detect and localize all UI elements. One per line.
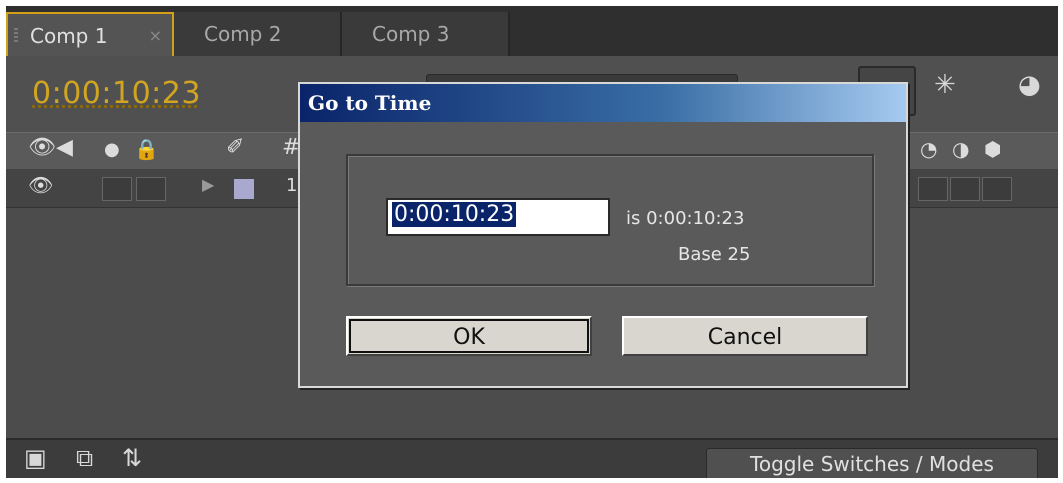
converted-time-text: is 0:00:10:23 — [626, 208, 745, 229]
transfer-controls-pane-icon[interactable]: ⧉ — [76, 444, 93, 472]
close-icon[interactable]: × — [149, 14, 162, 58]
eye-icon[interactable]: 👁 — [28, 173, 53, 197]
tab-label: Comp 2 — [204, 22, 282, 46]
adjustment-layer-icon[interactable]: ◑ — [952, 137, 969, 161]
motion-blur-icon[interactable]: ◕ — [1018, 70, 1041, 100]
layer-number: 1 — [286, 175, 298, 196]
draft-3d-icon[interactable]: ✳ — [934, 70, 956, 100]
toggle-switches-modes-button[interactable]: Toggle Switches / Modes — [706, 448, 1038, 478]
cancel-button[interactable]: Cancel — [622, 316, 868, 356]
3d-layer-icon[interactable]: ⬢ — [984, 137, 1001, 161]
audio-switch-box[interactable] — [102, 177, 132, 201]
time-input[interactable]: 0:00:10:23 — [386, 198, 610, 236]
expand-triangle-icon[interactable]: ▶ — [202, 175, 214, 194]
switch-box[interactable] — [950, 177, 980, 201]
timebase-text: Base 25 — [678, 244, 751, 265]
dialog-title[interactable]: Go to Time — [300, 84, 906, 122]
switch-box[interactable] — [982, 177, 1012, 201]
composition-tab-bar: Comp 1 × Comp 2 Comp 3 — [6, 6, 1058, 56]
label-tag-icon[interactable]: ✐ — [226, 135, 244, 160]
solo-switch-box[interactable] — [136, 177, 166, 201]
in-out-pane-icon[interactable]: ⇅ — [122, 444, 142, 472]
motion-blur-switch-icon[interactable]: ◔ — [920, 137, 937, 161]
tab-comp-3[interactable]: Comp 3 — [342, 12, 510, 56]
current-timecode[interactable]: 0:00:10:23 — [32, 76, 201, 111]
eye-icon[interactable]: 👁 — [28, 135, 56, 160]
tab-comp-2[interactable]: Comp 2 — [174, 12, 342, 56]
ok-button[interactable]: OK — [346, 316, 592, 356]
time-input-value: 0:00:10:23 — [392, 202, 517, 227]
lock-icon[interactable]: 🔒 — [134, 137, 159, 161]
speaker-icon[interactable]: ◀ — [56, 135, 73, 160]
timeline-bottom-bar: ▣ ⧉ ⇅ Toggle Switches / Modes — [6, 438, 1058, 478]
go-to-time-dialog: Go to Time 0:00:10:23 is 0:00:10:23 Base… — [298, 82, 908, 388]
tab-label: Comp 3 — [372, 22, 450, 46]
layer-switches-pane-icon[interactable]: ▣ — [24, 444, 47, 472]
solo-icon[interactable]: ● — [104, 139, 120, 160]
drag-grip-icon[interactable] — [14, 28, 18, 44]
tab-comp-1[interactable]: Comp 1 × — [6, 12, 174, 56]
switch-box[interactable] — [918, 177, 948, 201]
time-groupbox: 0:00:10:23 is 0:00:10:23 Base 25 — [346, 154, 874, 286]
tab-label: Comp 1 — [30, 24, 108, 48]
label-color-swatch[interactable] — [234, 179, 254, 199]
